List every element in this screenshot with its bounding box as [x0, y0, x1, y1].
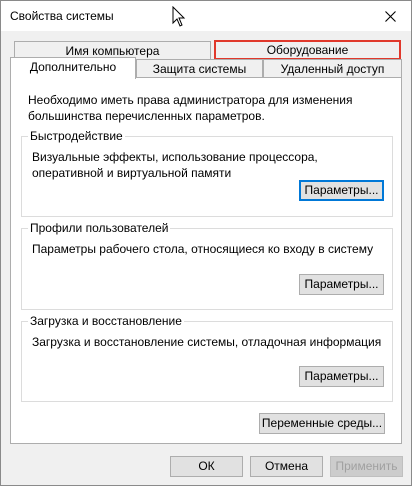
performance-group-title: Быстродействие	[28, 129, 125, 143]
environment-variables-button[interactable]: Переменные среды...	[259, 413, 385, 434]
performance-description: Визуальные эффекты, использование процес…	[32, 150, 318, 180]
startup-recovery-settings-button[interactable]: Параметры...	[299, 366, 384, 387]
ok-button[interactable]: ОК	[170, 456, 243, 477]
tab-advanced-label: Дополнительно	[29, 60, 117, 74]
tab-remote-access-label: Удаленный доступ	[280, 62, 385, 76]
title-bar: Свойства системы	[1, 1, 411, 31]
user-profiles-group-title: Профили пользователей	[28, 221, 171, 235]
performance-settings-button[interactable]: Параметры...	[299, 180, 384, 201]
mouse-cursor-icon	[172, 6, 186, 27]
cancel-button[interactable]: Отмена	[250, 456, 323, 477]
tab-hardware-label: Оборудование	[266, 43, 349, 57]
tab-hardware[interactable]: Оборудование	[214, 40, 401, 60]
admin-rights-notice: Необходимо иметь права администратора дл…	[28, 93, 353, 123]
tab-advanced[interactable]: Дополнительно	[10, 57, 136, 79]
tab-system-protection-label: Защита системы	[152, 62, 247, 76]
user-profiles-group: Профили пользователей Параметры рабочего…	[21, 221, 393, 310]
performance-group: Быстродействие Визуальные эффекты, испол…	[21, 129, 393, 217]
tab-computer-name-label: Имя компьютера	[65, 44, 160, 58]
user-profiles-settings-button[interactable]: Параметры...	[299, 274, 384, 295]
advanced-tab-panel: Необходимо иметь права администратора дл…	[10, 77, 402, 444]
apply-button[interactable]: Применить	[330, 456, 403, 477]
close-button[interactable]	[369, 1, 411, 31]
user-profiles-description: Параметры рабочего стола, относящиеся ко…	[32, 242, 374, 256]
window-title: Свойства системы	[10, 9, 114, 23]
startup-recovery-group: Загрузка и восстановление Загрузка и вос…	[21, 314, 393, 402]
close-icon	[384, 10, 396, 22]
tab-remote-access[interactable]: Удаленный доступ	[263, 59, 402, 79]
tab-system-protection[interactable]: Защита системы	[136, 59, 263, 79]
system-properties-window: Свойства системы Имя компьютера Оборудов…	[0, 0, 412, 486]
startup-recovery-description: Загрузка и восстановление системы, отлад…	[32, 335, 382, 349]
startup-recovery-group-title: Загрузка и восстановление	[28, 314, 184, 328]
